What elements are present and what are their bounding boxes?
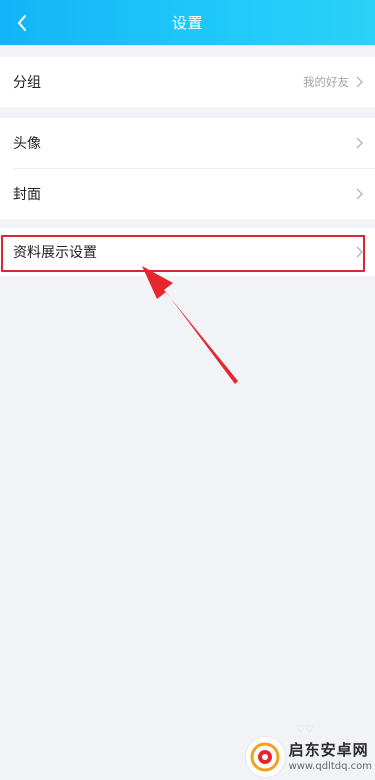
- chevron-right-icon: [355, 137, 363, 149]
- watermark-name: 启东安卓网: [288, 741, 369, 759]
- watermark-logo-icon: [246, 737, 285, 777]
- row-group[interactable]: 分组 我的好友: [0, 57, 375, 107]
- chevron-right-icon: [355, 246, 363, 258]
- watermark: 启东安卓网 www.qdltdq.com: [246, 736, 372, 778]
- decoration-hearts-icon: ♡♡: [296, 724, 314, 735]
- back-button[interactable]: [4, 0, 40, 45]
- row-label: 封面: [13, 186, 41, 202]
- row-label: 资料展示设置: [13, 244, 97, 260]
- page-title: 设置: [171, 15, 203, 32]
- watermark-text: 启东安卓网 www.qdltdq.com: [289, 742, 372, 773]
- settings-group-3: 资料展示设置: [0, 228, 375, 276]
- row-profile-display-settings[interactable]: 资料展示设置: [0, 228, 375, 276]
- row-label: 头像: [13, 135, 41, 151]
- row-value: 我的好友: [303, 77, 349, 89]
- chevron-right-icon: [355, 76, 363, 88]
- watermark-url: www.qdltdq.com: [288, 760, 372, 772]
- settings-group-1: 分组 我的好友: [0, 57, 375, 107]
- chevron-right-icon: [355, 188, 363, 200]
- row-label: 分组: [13, 74, 41, 90]
- chevron-left-icon: [18, 14, 26, 31]
- settings-group-2: 头像 封面: [0, 118, 375, 219]
- header-bar: 设置: [0, 0, 375, 45]
- settings-page: 设置 分组 我的好友 头像 封面 资料展示设置 ♡♡ 启东安卓网 www.qdl…: [0, 0, 375, 780]
- annotation-arrow-icon: [142, 266, 238, 384]
- row-cover[interactable]: 封面: [0, 169, 375, 219]
- row-avatar[interactable]: 头像: [0, 118, 375, 168]
